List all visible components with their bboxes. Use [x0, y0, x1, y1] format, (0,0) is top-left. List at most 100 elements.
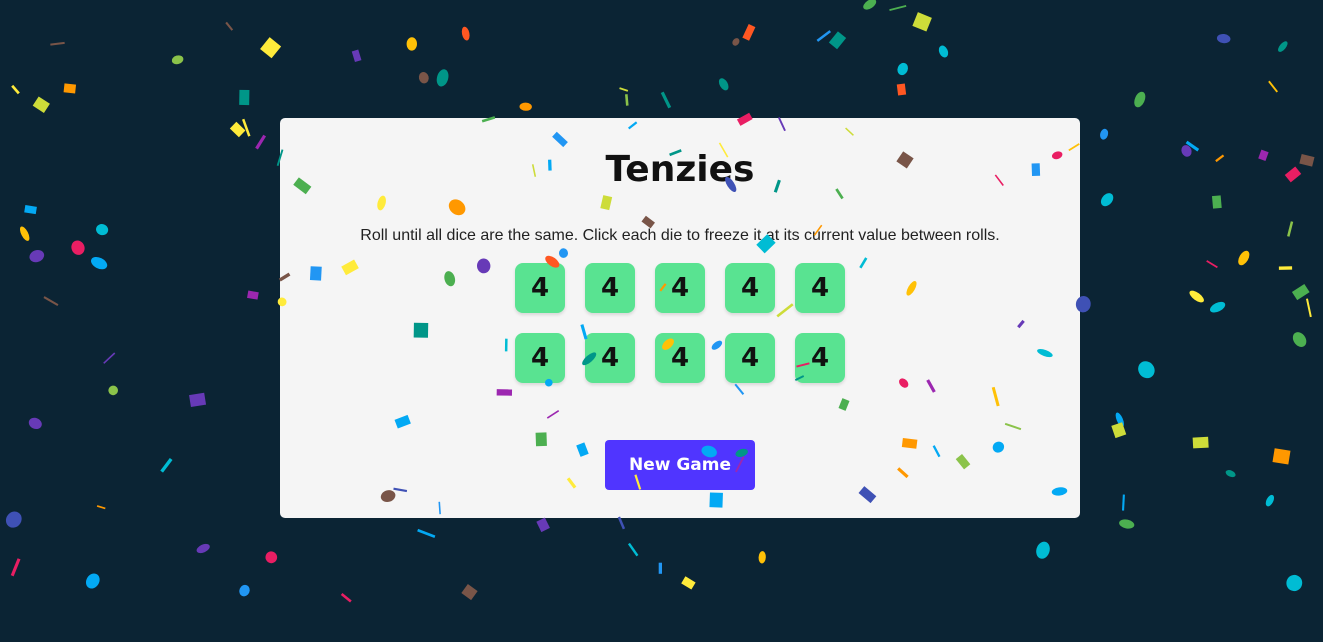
confetti-piece — [1206, 260, 1218, 269]
die-1[interactable]: 4 — [515, 263, 565, 313]
confetti-piece — [1185, 140, 1200, 152]
confetti-piece — [85, 573, 100, 589]
confetti-piece — [43, 296, 59, 307]
confetti-piece — [229, 121, 246, 138]
confetti-piece — [617, 516, 626, 530]
confetti-piece — [189, 392, 207, 408]
confetti-piece — [1238, 250, 1250, 266]
confetti-piece — [1272, 448, 1291, 465]
confetti-piece — [1291, 283, 1310, 301]
confetti-piece — [436, 69, 449, 87]
confetti-piece — [1278, 266, 1293, 270]
confetti-piece — [50, 41, 65, 46]
die-5[interactable]: 4 — [795, 263, 845, 313]
confetti-piece — [660, 91, 672, 109]
confetti-piece — [897, 62, 908, 76]
confetti-piece — [938, 45, 949, 58]
die-3[interactable]: 4 — [655, 263, 705, 313]
confetti-piece — [896, 83, 907, 96]
confetti-piece — [461, 26, 470, 41]
dice-grid: 4 4 4 4 4 4 4 4 4 4 — [515, 263, 845, 383]
confetti-piece — [627, 542, 639, 557]
confetti-piece — [718, 78, 729, 91]
confetti-piece — [1189, 290, 1204, 303]
confetti-piece — [536, 517, 550, 533]
die-9[interactable]: 4 — [725, 333, 775, 383]
new-game-button[interactable]: New Game — [605, 440, 755, 490]
die-6[interactable]: 4 — [515, 333, 565, 383]
confetti-piece — [63, 83, 77, 94]
confetti-piece — [1286, 574, 1303, 592]
confetti-piece — [519, 102, 532, 111]
confetti-piece — [10, 558, 21, 577]
game-title: Tenzies — [605, 149, 755, 190]
confetti-piece — [32, 96, 50, 113]
die-8[interactable]: 4 — [655, 333, 705, 383]
confetti-piece — [1134, 91, 1146, 108]
confetti-piece — [108, 385, 118, 396]
confetti-piece — [1100, 193, 1114, 207]
confetti-piece — [732, 38, 740, 46]
confetti-piece — [681, 576, 696, 590]
confetti-piece — [625, 94, 629, 106]
confetti-piece — [816, 30, 831, 42]
confetti-piece — [1258, 149, 1269, 162]
die-4[interactable]: 4 — [725, 263, 775, 313]
confetti-piece — [96, 505, 106, 510]
confetti-piece — [1121, 494, 1125, 511]
confetti-piece — [1111, 422, 1127, 439]
confetti-piece — [828, 31, 847, 50]
confetti-piece — [24, 205, 37, 215]
confetti-piece — [889, 5, 907, 11]
confetti-piece — [239, 584, 250, 597]
confetti-piece — [103, 352, 116, 364]
confetti-piece — [265, 551, 278, 564]
confetti-piece — [863, 0, 877, 10]
confetti-piece — [5, 511, 22, 528]
confetti-piece — [351, 49, 362, 63]
die-10[interactable]: 4 — [795, 333, 845, 383]
confetti-piece — [29, 249, 45, 263]
confetti-piece — [1278, 41, 1288, 52]
confetti-piece — [260, 37, 282, 59]
die-7[interactable]: 4 — [585, 333, 635, 383]
confetti-piece — [406, 37, 418, 51]
confetti-piece — [1292, 332, 1307, 348]
confetti-piece — [912, 12, 932, 32]
confetti-piece — [20, 226, 30, 241]
confetti-piece — [1209, 301, 1226, 313]
confetti-piece — [418, 72, 429, 84]
confetti-piece — [1100, 128, 1109, 140]
confetti-piece — [417, 528, 436, 539]
confetti-piece — [255, 134, 267, 150]
confetti-piece — [171, 55, 184, 65]
confetti-piece — [225, 21, 234, 31]
confetti-piece — [1268, 80, 1279, 93]
confetti-piece — [1119, 519, 1135, 529]
die-2[interactable]: 4 — [585, 263, 635, 313]
confetti-piece — [1225, 470, 1236, 478]
game-instructions: Roll until all dice are the same. Click … — [360, 227, 1000, 244]
confetti-piece — [758, 551, 766, 564]
confetti-piece — [1211, 195, 1222, 209]
confetti-piece — [340, 593, 352, 603]
confetti-piece — [1299, 153, 1315, 167]
confetti-piece — [247, 290, 259, 300]
app-root: Tenzies Roll until all dice are the same… — [0, 0, 1323, 642]
confetti-piece — [1215, 154, 1225, 163]
confetti-piece — [28, 417, 42, 430]
confetti-piece — [1287, 221, 1294, 237]
confetti-piece — [461, 583, 478, 601]
confetti-piece — [11, 84, 20, 95]
confetti-piece — [619, 87, 629, 92]
confetti-piece — [71, 240, 85, 255]
confetti-piece — [1216, 33, 1231, 44]
confetti-piece — [239, 89, 250, 106]
confetti-piece — [241, 118, 251, 137]
confetti-piece — [1036, 541, 1050, 559]
confetti-piece — [1305, 298, 1312, 318]
confetti-piece — [160, 457, 173, 473]
confetti-piece — [1284, 166, 1302, 183]
confetti-piece — [742, 23, 756, 41]
game-panel: Tenzies Roll until all dice are the same… — [280, 118, 1080, 518]
